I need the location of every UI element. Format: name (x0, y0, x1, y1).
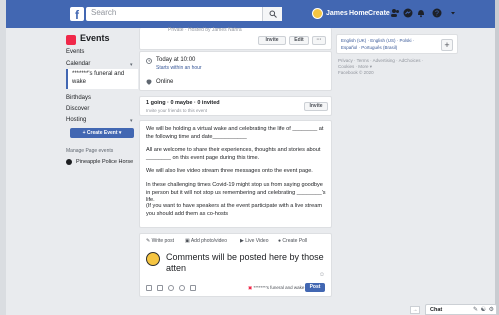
post-composer-card: ✎ Write post ▣ Add photo/video ▶ Live Vi… (139, 233, 332, 297)
audience-selector[interactable]: ▣ *******'s funeral and wake (248, 285, 304, 291)
sidebar-item-page[interactable]: Pineapple Police Horse (76, 159, 133, 165)
sidebar-title: Events (80, 33, 110, 43)
top-navigation-bar: f Search James Home Create ? (6, 0, 495, 28)
new-message-icon[interactable]: ✎ (473, 306, 478, 313)
event-description-card: We will be holding a virtual wake and ce… (139, 120, 332, 228)
search-placeholder: Search (91, 8, 117, 17)
notifications-bell-icon[interactable] (416, 8, 426, 18)
calendar-icon (66, 35, 76, 45)
avatar (146, 252, 160, 266)
description-paragraph: In these challenging times Covid-19 migh… (146, 182, 326, 203)
check-in-icon[interactable] (179, 285, 185, 291)
location-pin-icon (146, 79, 152, 85)
sidebar-item-hosting[interactable]: Hosting (66, 117, 86, 123)
sidebar-item-events[interactable]: Events (66, 49, 84, 55)
screen-edge-right (495, 0, 499, 315)
feeling-icon[interactable] (168, 285, 174, 291)
friends-icon[interactable] (390, 8, 400, 18)
home-link[interactable]: Home (349, 10, 368, 17)
guest-invite-hint: Invite your friends to this event (146, 108, 208, 113)
page-avatar (66, 159, 72, 165)
help-icon[interactable]: ? (432, 8, 442, 18)
add-photo-video-tab[interactable]: ▣ Add photo/video (185, 238, 227, 244)
post-text-input[interactable]: Comments will be posted here by those at… (166, 252, 326, 274)
search-icon (269, 10, 277, 18)
chevron-down-icon: ▾ (130, 62, 133, 68)
chat-expand-arrow-icon[interactable]: → (410, 306, 420, 314)
sidebar-item-birthdays[interactable]: Birthdays (66, 95, 91, 101)
language-selector: English (UK) · English (US) · Polski · E… (336, 34, 458, 54)
language-links[interactable]: Español · Português (Brasil) (341, 45, 397, 50)
description-paragraph: (If you want to have speakers at the eve… (146, 203, 322, 217)
facebook-logo-icon[interactable]: f (70, 7, 84, 22)
copyright-text: Facebook © 2020 (338, 70, 374, 75)
chevron-down-icon: ▾ (130, 118, 133, 124)
guests-card: 1 going · 0 maybe · 0 invited Invite you… (139, 96, 332, 116)
invite-button[interactable]: Invite (304, 102, 328, 111)
language-links[interactable]: English (UK) · English (US) · Polski · (341, 38, 414, 43)
chat-bar[interactable]: Chat ✎ ☯ ⚙ (425, 304, 497, 315)
create-link[interactable]: Create (368, 10, 390, 17)
account-menu-chevron-down-icon[interactable] (448, 8, 458, 18)
add-language-button[interactable]: + (441, 39, 453, 51)
write-post-tab[interactable]: ✎ Write post (146, 238, 174, 244)
description-paragraph: All are welcome to share their experienc… (146, 147, 321, 161)
sidebar-item-label: *******'s funeral and (72, 71, 125, 77)
emoji-icon[interactable]: ☺ (319, 272, 325, 278)
event-location: Online (156, 79, 174, 85)
sidebar-item-calendar[interactable]: Calendar (66, 61, 90, 67)
svg-text:?: ? (435, 11, 439, 18)
calendar-icon: ▣ (248, 285, 253, 290)
sidebar-item-selected-event[interactable]: *******'s funeral and wake (66, 69, 138, 89)
group-chat-icon[interactable]: ☯ (481, 306, 486, 313)
manage-page-events-label: Manage Page events (66, 148, 114, 154)
event-time: Today at 10:00 (156, 57, 196, 63)
search-input[interactable]: Search (86, 7, 282, 21)
live-video-tab[interactable]: ▶ Live Video (240, 238, 269, 244)
settings-gear-icon[interactable]: ⚙ (489, 306, 494, 313)
sidebar-item-discover[interactable]: Discover (66, 106, 89, 112)
tag-icon[interactable] (157, 285, 163, 291)
avatar[interactable] (312, 8, 323, 19)
profile-link[interactable]: James (326, 10, 348, 17)
description-paragraph: We will also live video stream three mes… (146, 168, 313, 174)
sidebar-item-label: wake (72, 79, 87, 85)
post-button[interactable]: Post (305, 283, 325, 292)
messenger-icon[interactable] (403, 8, 413, 18)
create-event-button[interactable]: + Create Event ▾ (70, 128, 134, 138)
search-button[interactable] (262, 7, 282, 21)
event-time-sub: Starts within an hour (156, 65, 202, 71)
gallery-icon[interactable] (146, 285, 152, 291)
guest-summary: 1 going · 0 maybe · 0 invited (146, 100, 220, 106)
clock-icon (146, 58, 152, 64)
edit-button[interactable]: Edit (289, 36, 309, 45)
create-poll-tab[interactable]: ● Create Poll (278, 238, 307, 244)
gif-icon[interactable] (190, 285, 196, 291)
more-options-button[interactable]: ··· (312, 36, 326, 45)
event-details-card: Today at 10:00 Starts within an hour Onl… (139, 51, 332, 91)
invite-button[interactable]: Invite (258, 36, 286, 45)
event-privacy-host: Private · Hosted by James Nahra (168, 27, 242, 33)
chat-label: Chat (430, 307, 443, 313)
event-header-card: Private · Hosted by James Nahra Invite E… (139, 27, 332, 50)
screen-edge-left (0, 0, 6, 315)
description-paragraph: We will be holding a virtual wake and ce… (146, 126, 324, 140)
footer-links[interactable]: Privacy · Terms · Advertising · AdChoice… (338, 58, 423, 63)
